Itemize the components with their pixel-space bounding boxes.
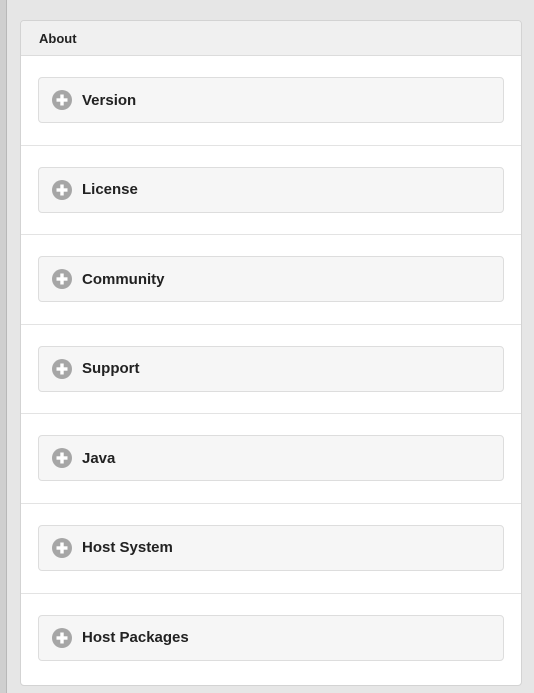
panel-title: About bbox=[39, 30, 77, 46]
host-packages-collapsible[interactable]: Host Packages bbox=[38, 614, 504, 661]
collapsible-label: Host System bbox=[82, 539, 173, 557]
section-license: License bbox=[21, 146, 521, 236]
collapsible-label: Community bbox=[82, 270, 165, 288]
collapsible-label: Host Packages bbox=[82, 629, 189, 647]
plus-circle-icon bbox=[52, 90, 72, 110]
community-collapsible[interactable]: Community bbox=[38, 256, 504, 303]
panel-body: Version License Community Support Java H… bbox=[21, 56, 521, 683]
version-collapsible[interactable]: Version bbox=[38, 77, 504, 123]
collapsible-label: Support bbox=[82, 360, 140, 378]
plus-circle-icon bbox=[52, 269, 72, 290]
license-collapsible[interactable]: License bbox=[38, 166, 504, 213]
collapsible-label: Version bbox=[82, 91, 137, 109]
section-support: Support bbox=[21, 325, 521, 415]
window-left-border bbox=[0, 0, 7, 693]
collapsible-label: License bbox=[82, 181, 138, 199]
plus-circle-icon bbox=[52, 179, 72, 200]
plus-circle-icon bbox=[52, 358, 72, 379]
section-host-packages: Host Packages bbox=[21, 594, 521, 684]
section-java: Java bbox=[21, 414, 521, 504]
java-collapsible[interactable]: Java bbox=[38, 435, 504, 482]
section-community: Community bbox=[21, 235, 521, 325]
host-system-collapsible[interactable]: Host System bbox=[38, 524, 504, 571]
panel-header: About bbox=[21, 21, 521, 56]
plus-circle-icon bbox=[52, 627, 72, 648]
collapsible-label: Java bbox=[82, 449, 116, 467]
section-host-system: Host System bbox=[21, 504, 521, 594]
section-version: Version bbox=[21, 56, 521, 146]
plus-circle-icon bbox=[52, 448, 72, 469]
about-panel: About Version License Community Support … bbox=[20, 20, 522, 686]
support-collapsible[interactable]: Support bbox=[38, 345, 504, 392]
plus-circle-icon bbox=[52, 537, 72, 558]
